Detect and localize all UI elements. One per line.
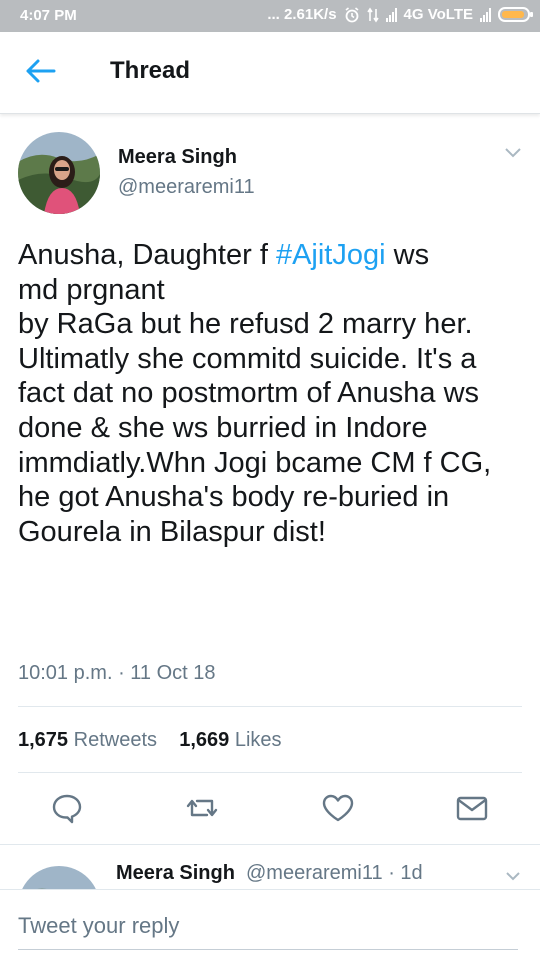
network-speed: ... 2.61K/s — [267, 6, 337, 23]
divider — [18, 772, 522, 773]
retweet-icon[interactable] — [184, 790, 220, 826]
network-type: 4G VoLTE — [403, 6, 473, 23]
retweets-count: 1,675 — [18, 729, 69, 751]
page-title: Thread — [110, 57, 191, 84]
tweet-actions — [0, 790, 540, 830]
tweet-date: 11 Oct 18 — [130, 662, 216, 684]
likes-count: 1,669 — [179, 729, 230, 751]
avatar[interactable] — [18, 132, 100, 214]
section-divider — [0, 844, 540, 845]
tweet-timestamp: 10:01 p.m. · 11 Oct 18 — [18, 662, 216, 684]
share-icon[interactable] — [454, 790, 490, 826]
app-bar: Thread — [0, 32, 540, 114]
alarm-icon — [345, 6, 359, 22]
status-time: 4:07 PM — [20, 7, 77, 24]
tweet-stats: 1,675 Retweets 1,669 Likes — [18, 729, 282, 752]
chevron-down-icon[interactable] — [504, 870, 522, 882]
divider — [18, 706, 522, 707]
likes-label: Likes — [234, 729, 282, 751]
reply-author-handle[interactable]: @meeraremi11 · 1d — [246, 862, 423, 885]
hashtag-link[interactable]: #AjitJogi — [276, 239, 386, 271]
tweet-time: 10:01 p.m. — [18, 662, 113, 684]
author-name[interactable]: Meera Singh — [118, 146, 237, 169]
tweet-text: Anusha, Daughter f #AjitJogi ws md prgna… — [18, 238, 528, 549]
status-bar: 4:07 PM ... 2.61K/s 4G VoLTE — [0, 0, 540, 32]
arrow-left-icon[interactable] — [22, 56, 58, 86]
retweets-label: Retweets — [73, 729, 157, 751]
battery-icon — [498, 7, 533, 22]
likes-stat[interactable]: 1,669 Likes — [179, 729, 281, 751]
tweet-text-start: Anusha, Daughter f — [18, 239, 276, 271]
reply-icon[interactable] — [49, 790, 85, 826]
signal-icon — [385, 7, 397, 22]
chevron-down-icon[interactable] — [503, 146, 523, 160]
signal-icon-2 — [480, 7, 491, 22]
author-handle[interactable]: @meeraremi11 — [118, 176, 255, 199]
status-icons: ... 2.61K/s 4G VoLTE — [267, 6, 533, 23]
reply-composer — [0, 889, 540, 960]
retweets-stat[interactable]: 1,675 Retweets — [18, 729, 157, 751]
reply-author-name[interactable]: Meera Singh — [116, 862, 235, 885]
data-transfer-icon — [366, 7, 379, 22]
tweet-text-rest: ws md prgnant by RaGa but he refusd 2 ma… — [18, 239, 492, 548]
reply-input[interactable] — [18, 902, 518, 950]
like-icon[interactable] — [320, 790, 356, 826]
